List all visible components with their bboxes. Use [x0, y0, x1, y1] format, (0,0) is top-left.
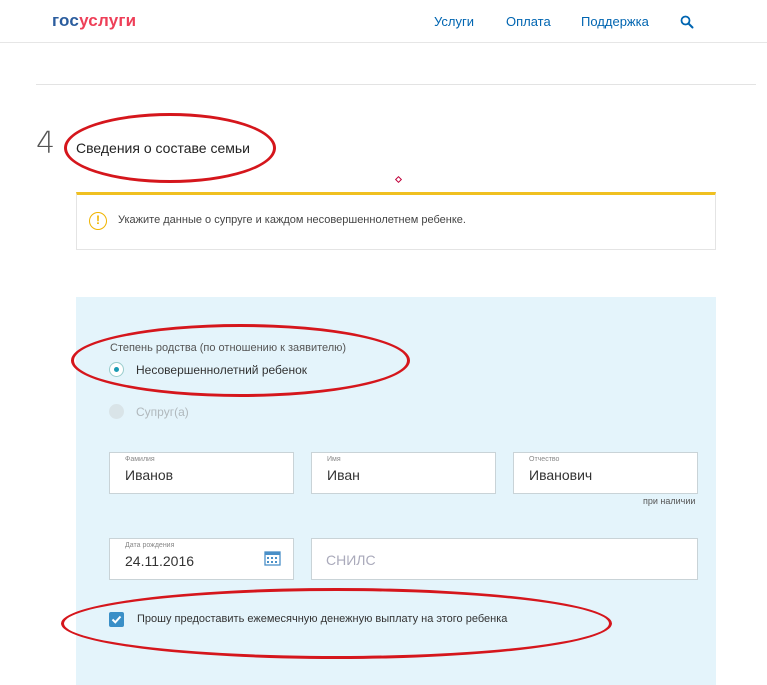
top-header: госуслуги Услуги Оплата Поддержка — [0, 0, 767, 43]
step-number: 4 — [36, 126, 56, 161]
gosuslugi-logo[interactable]: госуслуги — [52, 11, 136, 31]
nav-support-link[interactable]: Поддержка — [581, 14, 649, 29]
nav-services-link[interactable]: Услуги — [434, 14, 474, 29]
logo-part-gos: гос — [52, 11, 80, 30]
surname-field[interactable]: Фамилия Иванов — [109, 452, 294, 494]
radio-spouse-label[interactable]: Супруг(а) — [136, 405, 189, 419]
monthly-payment-checkbox-label[interactable]: Прошу предоставить ежемесячную денежную … — [137, 613, 507, 625]
radio-spouse[interactable] — [109, 404, 124, 419]
patronymic-field-label: Отчество — [529, 456, 560, 463]
calendar-icon[interactable] — [264, 550, 281, 566]
radio-minor-child[interactable] — [109, 362, 124, 377]
section-divider — [36, 84, 756, 85]
search-icon[interactable] — [680, 15, 694, 29]
checkmark-icon — [111, 615, 122, 624]
patronymic-hint: при наличии — [643, 496, 696, 506]
patronymic-field-value: Иванович — [529, 467, 593, 483]
name-field[interactable]: Имя Иван — [311, 452, 496, 494]
alert-text: Укажите данные о супруге и каждом несове… — [118, 214, 466, 226]
birthdate-field-value: 24.11.2016 — [125, 553, 195, 569]
diamond-marker-icon — [394, 175, 403, 184]
birthdate-field-label: Дата рождения — [125, 542, 175, 549]
name-field-label: Имя — [327, 456, 341, 463]
relation-label: Степень родства (по отношению к заявител… — [110, 342, 347, 354]
monthly-payment-checkbox[interactable] — [109, 612, 124, 627]
radio-minor-child-label[interactable]: Несовершеннолетний ребенок — [136, 363, 307, 377]
nav-payment-link[interactable]: Оплата — [506, 14, 551, 29]
surname-field-value: Иванов — [125, 467, 174, 483]
logo-part-uslugi: услуги — [79, 11, 137, 30]
snils-placeholder: СНИЛС — [326, 552, 376, 568]
step-title: Сведения о составе семьи — [76, 140, 250, 156]
patronymic-field[interactable]: Отчество Иванович — [513, 452, 698, 494]
warning-icon: ! — [89, 212, 107, 230]
info-alert: ! Укажите данные о супруге и каждом несо… — [76, 192, 716, 250]
name-field-value: Иван — [327, 467, 360, 483]
surname-field-label: Фамилия — [125, 456, 155, 463]
snils-field[interactable]: СНИЛС — [311, 538, 698, 580]
